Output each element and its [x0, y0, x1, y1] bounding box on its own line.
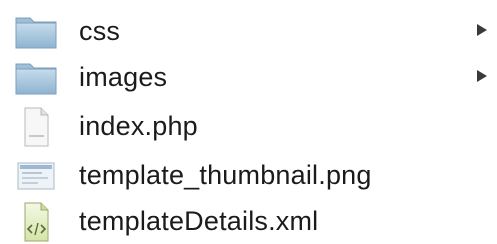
list-item-label: css [79, 16, 121, 46]
list-item-label: images [79, 62, 168, 92]
png-image-icon [12, 156, 60, 196]
folder-icon [12, 58, 60, 98]
list-item-label: templateDetails.xml [79, 206, 319, 236]
disclosure-arrow-icon[interactable] [477, 70, 487, 82]
list-item-images-folder[interactable]: images [0, 58, 497, 98]
list-item-label: index.php [79, 111, 198, 141]
file-list: css images index.php template_thumbnail.… [0, 0, 497, 244]
php-file-icon [12, 107, 60, 147]
folder-icon [12, 12, 60, 52]
list-item-template-thumbnail-png[interactable]: template_thumbnail.png [0, 156, 497, 196]
list-item-index-php[interactable]: index.php [0, 107, 497, 147]
disclosure-arrow-icon[interactable] [477, 24, 487, 36]
list-item-css-folder[interactable]: css [0, 12, 497, 52]
list-item-templatedetails-xml[interactable]: templateDetails.xml [0, 202, 497, 242]
list-item-label: template_thumbnail.png [79, 160, 372, 190]
xml-file-icon [12, 202, 60, 242]
